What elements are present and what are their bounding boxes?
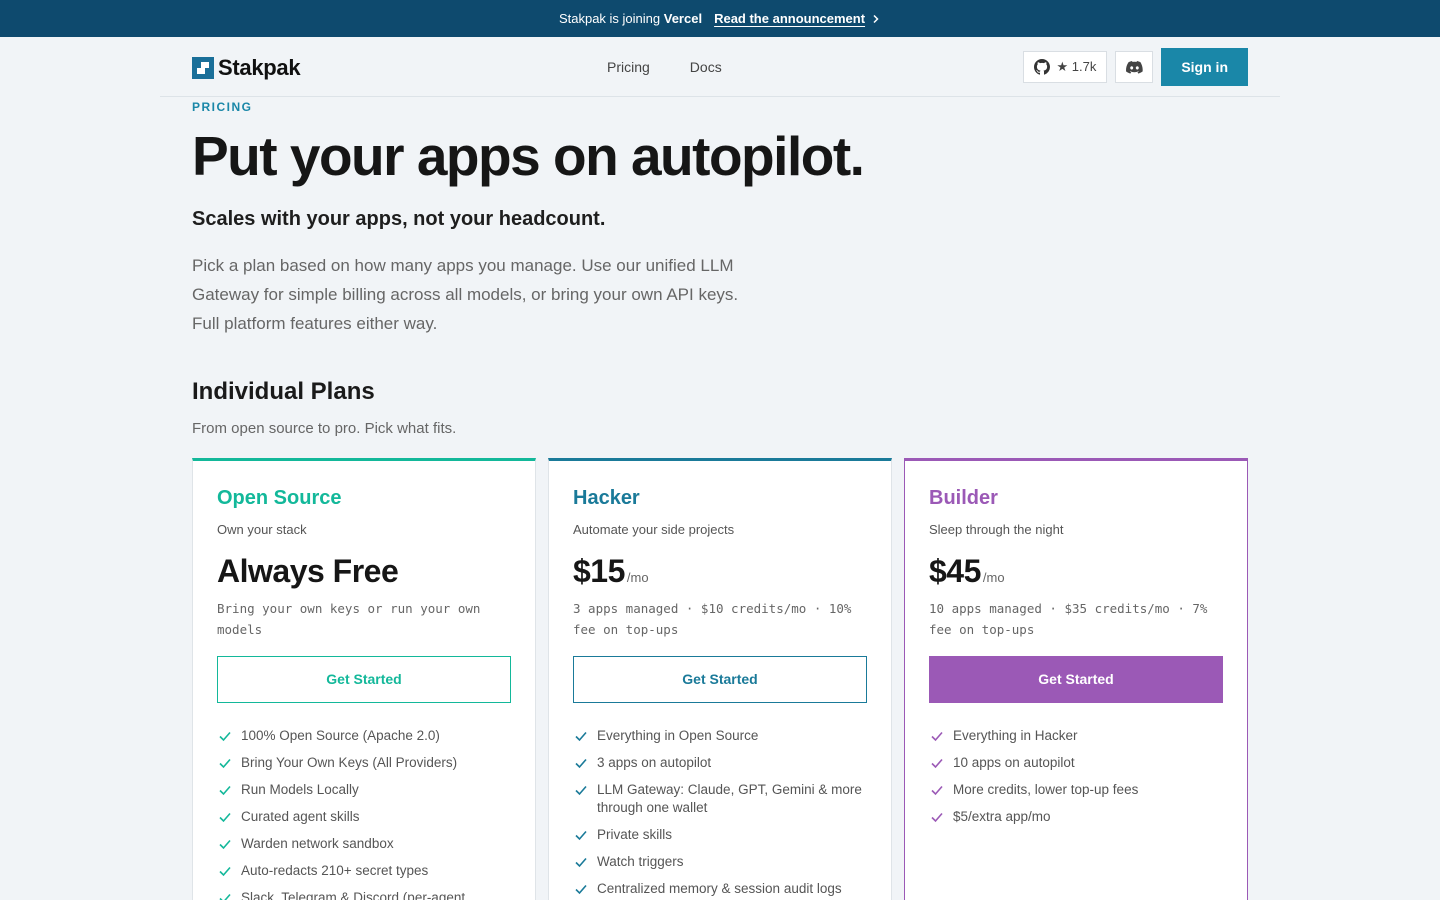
plan-price: Always Free <box>217 552 399 589</box>
feature-list: Everything in Hacker 10 apps on autopilo… <box>929 727 1223 826</box>
feature-item: Slack, Telegram & Discord (per-agent <box>217 889 511 900</box>
plan-card-builder: Builder Sleep through the night $45/mo 1… <box>904 457 1248 900</box>
logo[interactable]: Stakpak <box>192 55 301 81</box>
check-icon <box>575 731 587 741</box>
plan-cards: Open Source Own your stack Always Free B… <box>192 457 1248 900</box>
feature-item: $5/extra app/mo <box>929 808 1223 826</box>
plan-details: Bring your own keys or run your own mode… <box>217 600 481 637</box>
logo-text: Stakpak <box>218 55 301 80</box>
main-content: PRICING Put your apps on autopilot. Scal… <box>192 100 1248 900</box>
feature-item: Centralized memory & session audit logs <box>573 880 867 898</box>
chevron-right-icon <box>873 14 879 23</box>
nav-actions: ★ 1.7k Sign in <box>1023 48 1248 86</box>
check-icon <box>931 758 943 768</box>
feature-item: Run Models Locally <box>217 781 511 799</box>
feature-item: Curated agent skills <box>217 808 511 826</box>
check-icon <box>575 830 587 840</box>
feature-item: More credits, lower top-up fees <box>929 781 1223 799</box>
page-eyebrow: PRICING <box>192 100 253 114</box>
feature-item: Auto-redacts 210+ secret types <box>217 862 511 880</box>
plan-tagline: Own your stack <box>217 521 307 537</box>
plan-price: $45/mo <box>929 552 1005 589</box>
plan-tagline: Sleep through the night <box>929 521 1064 537</box>
feature-item: 10 apps on autopilot <box>929 754 1223 772</box>
feature-item: Everything in Open Source <box>573 727 867 745</box>
plan-price: $15/mo <box>573 552 649 589</box>
plan-details: 3 apps managed · $10 credits/mo · 10% fe… <box>573 600 852 637</box>
feature-item: 100% Open Source (Apache 2.0) <box>217 727 511 745</box>
github-stars: ★ 1.7k <box>1056 59 1097 74</box>
check-icon <box>219 893 231 900</box>
check-icon <box>575 884 587 894</box>
page-subtitle: Scales with your apps, not your headcoun… <box>192 207 606 230</box>
discord-button[interactable] <box>1115 51 1154 83</box>
check-icon <box>575 857 587 867</box>
announcement-link[interactable]: Read the announcement <box>714 11 881 26</box>
top-nav: Stakpak Pricing Docs ★ 1.7k Sign in <box>160 37 1280 97</box>
section-title: Individual Plans <box>192 377 375 405</box>
check-icon <box>219 839 231 849</box>
plan-details: 10 apps managed · $35 credits/mo · 7% fe… <box>929 600 1208 637</box>
get-started-button-hacker[interactable]: Get Started <box>573 655 867 703</box>
page-lead: Pick a plan based on how many apps you m… <box>192 255 739 333</box>
get-started-button-builder[interactable]: Get Started <box>929 655 1223 703</box>
feature-list: 100% Open Source (Apache 2.0) Bring Your… <box>217 727 511 900</box>
nav-link-pricing[interactable]: Pricing <box>607 59 650 75</box>
check-icon <box>931 731 943 741</box>
github-icon <box>1034 59 1051 75</box>
plan-name: Hacker <box>573 486 640 509</box>
get-started-button-open-source[interactable]: Get Started <box>217 655 511 703</box>
feature-item: Everything in Hacker <box>929 727 1223 745</box>
check-icon <box>575 785 587 795</box>
feature-item: Warden network sandbox <box>217 835 511 853</box>
feature-item: Bring Your Own Keys (All Providers) <box>217 754 511 772</box>
plan-name: Builder <box>929 486 998 509</box>
banner-text: Stakpak is joining Vercel <box>558 11 703 26</box>
feature-item: LLM Gateway: Claude, GPT, Gemini & more … <box>573 781 867 817</box>
check-icon <box>575 758 587 768</box>
feature-item: 3 apps on autopilot <box>573 754 867 772</box>
nav-link-docs[interactable]: Docs <box>690 59 722 75</box>
feature-item: Watch triggers <box>573 853 867 871</box>
sign-in-button[interactable]: Sign in <box>1161 48 1248 86</box>
plan-card-hacker: Hacker Automate your side projects $15/m… <box>548 457 892 900</box>
check-icon <box>931 812 943 822</box>
section-subtitle: From open source to pro. Pick what fits. <box>192 419 457 437</box>
check-icon <box>219 758 231 768</box>
check-icon <box>219 812 231 822</box>
announcement-banner: Stakpak is joining Vercel Read the annou… <box>0 0 1440 37</box>
check-icon <box>219 785 231 795</box>
check-icon <box>219 731 231 741</box>
feature-list: Everything in Open Source 3 apps on auto… <box>573 727 867 898</box>
plan-name: Open Source <box>217 486 342 509</box>
plan-card-open-source: Open Source Own your stack Always Free B… <box>192 457 536 900</box>
page-title: Put your apps on autopilot. <box>192 125 865 187</box>
plan-tagline: Automate your side projects <box>573 521 735 537</box>
feature-item: Private skills <box>573 826 867 844</box>
check-icon <box>931 785 943 795</box>
nav-links: Pricing Docs <box>607 59 722 75</box>
github-button[interactable]: ★ 1.7k <box>1023 51 1108 83</box>
check-icon <box>219 866 231 876</box>
discord-icon <box>1125 60 1143 74</box>
stakpak-logo-icon <box>192 57 214 79</box>
